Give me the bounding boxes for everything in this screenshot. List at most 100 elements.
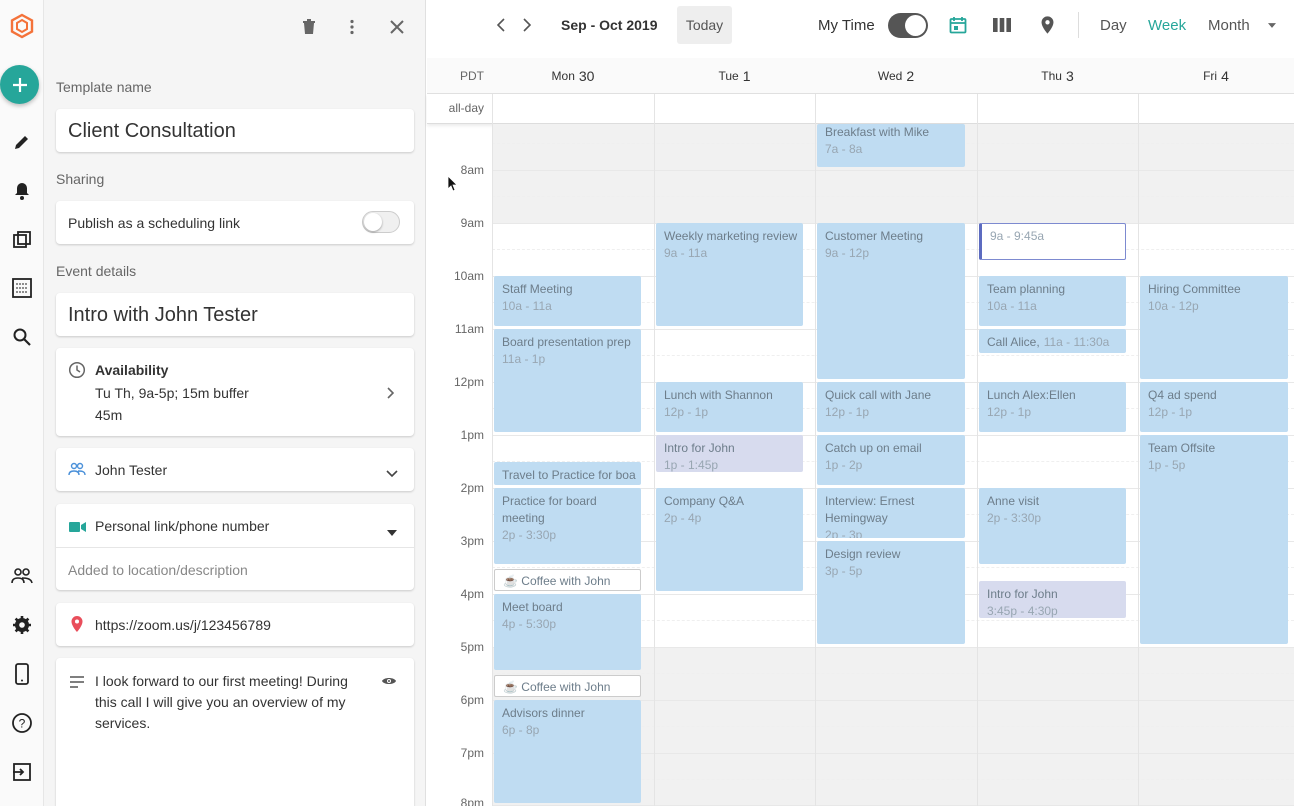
- people-icon: [68, 462, 86, 479]
- event-time: 4p - 5:30p: [502, 617, 557, 631]
- template-name-value: Client Consultation: [68, 120, 236, 142]
- event-block[interactable]: Breakfast with Mike 7a - 8a: [817, 124, 965, 167]
- day-header-fri[interactable]: Fri 4: [1138, 58, 1294, 94]
- trash-icon[interactable]: [296, 14, 322, 40]
- event-block[interactable]: Staff Meeting 10a - 11a: [494, 276, 641, 326]
- event-time: 12p - 1p: [987, 405, 1032, 419]
- all-day-row[interactable]: all-day: [427, 94, 1294, 124]
- event-block[interactable]: Design review 3p - 5p: [817, 541, 965, 644]
- event-block[interactable]: Customer Meeting 9a - 12p: [817, 223, 965, 379]
- event-block[interactable]: Catch up on email 1p - 2p: [817, 435, 965, 485]
- day-header-tue[interactable]: Tue 1: [654, 58, 815, 94]
- availability-title: Availability: [95, 362, 169, 378]
- event-title-field[interactable]: Intro with John Tester: [56, 293, 414, 336]
- event-title: Travel to Practice for boa: [502, 468, 636, 482]
- day-number: 30: [578, 68, 595, 84]
- event-block[interactable]: Meet board 4p - 5:30p: [494, 594, 641, 670]
- event-block[interactable]: Weekly marketing review 9a - 11a: [656, 223, 803, 326]
- attendees-row[interactable]: John Tester: [56, 448, 414, 491]
- hour-label: 6pm: [460, 693, 484, 707]
- pencil-icon[interactable]: [6, 126, 38, 158]
- hour-label: 4pm: [460, 587, 484, 601]
- publish-toggle[interactable]: [362, 211, 400, 233]
- dropdown-arrow-icon: [387, 523, 397, 539]
- event-block[interactable]: Practice for board meeting 2p - 3:30p: [494, 488, 641, 564]
- event-block[interactable]: Advisors dinner 6p - 8p: [494, 700, 641, 803]
- chevron-left-icon[interactable]: [497, 18, 505, 32]
- event-block[interactable]: Lunch Alex:Ellen 12p - 1p: [979, 382, 1126, 432]
- toolbar-divider: [1078, 12, 1079, 38]
- event-block[interactable]: Call Alice, 11a - 11:30a: [979, 329, 1126, 353]
- location-pin-icon[interactable]: [1041, 16, 1054, 34]
- all-day-label: all-day: [448, 101, 484, 115]
- event-block[interactable]: Team planning 10a - 11a: [979, 276, 1126, 326]
- availability-card[interactable]: Availability Tu Th, 9a-5p; 15m buffer 45…: [56, 348, 414, 436]
- description-card[interactable]: I look forward to our first meeting! Dur…: [56, 658, 414, 806]
- event-title: Call Alice,: [987, 335, 1040, 349]
- help-icon[interactable]: ?: [6, 707, 38, 739]
- columns-view-icon[interactable]: [993, 18, 1011, 32]
- day-name: Wed: [877, 69, 903, 83]
- gear-icon[interactable]: [6, 609, 38, 641]
- day-header-thu[interactable]: Thu 3: [977, 58, 1138, 94]
- day-header-mon[interactable]: Mon 30: [492, 58, 654, 94]
- event-block[interactable]: Lunch with Shannon 12p - 1p: [656, 382, 803, 432]
- notes-icon: [70, 675, 84, 691]
- event-block[interactable]: Quick call with Jane 12p - 1p: [817, 382, 965, 432]
- view-month[interactable]: Month: [1208, 17, 1250, 34]
- event-time: 12p - 1p: [664, 405, 709, 419]
- event-block[interactable]: Intro for John 1p - 1:45p: [656, 435, 803, 472]
- close-icon[interactable]: [384, 14, 410, 40]
- event-title: Q4 ad spend: [1148, 388, 1217, 402]
- calendar-toolbar: Sep - Oct 2019 Today My Time Day Week Mo…: [427, 0, 1294, 54]
- event-block[interactable]: ☕ Coffee with John: [494, 569, 641, 591]
- view-day[interactable]: Day: [1100, 17, 1127, 34]
- event-block[interactable]: Interview: Ernest Hemingway 2p - 3p: [817, 488, 965, 538]
- event-block[interactable]: Company Q&A 2p - 4p: [656, 488, 803, 591]
- location-row[interactable]: https://zoom.us/j/123456789: [56, 603, 414, 646]
- today-button[interactable]: Today: [677, 6, 732, 44]
- event-block[interactable]: Board presentation prep 11a - 1p: [494, 329, 641, 432]
- bell-icon[interactable]: [6, 175, 38, 207]
- event-block[interactable]: Anne visit 2p - 3:30p: [979, 488, 1126, 564]
- event-block[interactable]: Intro for John 3:45p - 4:30p: [979, 581, 1126, 618]
- event-title: Weekly marketing review: [664, 229, 798, 243]
- event-block[interactable]: ☕ Coffee with John: [494, 675, 641, 697]
- event-block-selected[interactable]: 9a - 9:45a: [979, 223, 1126, 260]
- event-time: 9a - 12p: [825, 246, 870, 260]
- event-block[interactable]: Q4 ad spend 12p - 1p: [1140, 382, 1288, 432]
- event-title: Intro for John: [664, 441, 735, 455]
- video-camera-icon: [69, 520, 87, 536]
- event-block[interactable]: Travel to Practice for boa: [494, 462, 641, 485]
- sign-out-icon[interactable]: [6, 756, 38, 788]
- event-time: 3p - 5p: [825, 564, 863, 578]
- coffee-icon: ☕: [503, 680, 522, 694]
- hour-label: 11am: [454, 322, 484, 336]
- add-button[interactable]: [0, 65, 39, 104]
- calendar-stack-icon[interactable]: [6, 224, 38, 256]
- attendee-name: John Tester: [95, 462, 168, 478]
- template-name-field[interactable]: Client Consultation: [56, 109, 414, 152]
- event-block[interactable]: Hiring Committee 10a - 12p: [1140, 276, 1288, 379]
- more-options-icon[interactable]: [339, 14, 365, 40]
- event-time: 3:45p - 4:30p: [987, 604, 1058, 618]
- conference-card[interactable]: Personal link/phone number Added to loca…: [56, 504, 414, 590]
- search-icon[interactable]: [6, 321, 38, 353]
- day-header-wed[interactable]: Wed 2: [815, 58, 977, 94]
- event-block[interactable]: Team Offsite 1p - 5p: [1140, 435, 1288, 644]
- chevron-right-icon[interactable]: [523, 18, 531, 32]
- people-icon[interactable]: [6, 560, 38, 592]
- event-title: Design review: [825, 547, 901, 561]
- dropdown-arrow-icon[interactable]: [1268, 23, 1276, 28]
- app-logo-icon[interactable]: [6, 10, 38, 42]
- timezone-label: PDT: [460, 69, 484, 83]
- my-time-toggle[interactable]: [888, 13, 928, 38]
- view-week[interactable]: Week: [1148, 17, 1186, 34]
- week-grid[interactable]: Staff Meeting 10a - 11a Board presentatio…: [492, 124, 1294, 806]
- eye-icon[interactable]: [382, 673, 396, 689]
- calendar-today-icon[interactable]: [949, 16, 967, 34]
- event-time: 2p - 3:30p: [502, 528, 557, 542]
- mobile-icon[interactable]: [6, 658, 38, 690]
- event-title: Intro for John: [987, 587, 1058, 601]
- schedule-icon[interactable]: [6, 272, 38, 304]
